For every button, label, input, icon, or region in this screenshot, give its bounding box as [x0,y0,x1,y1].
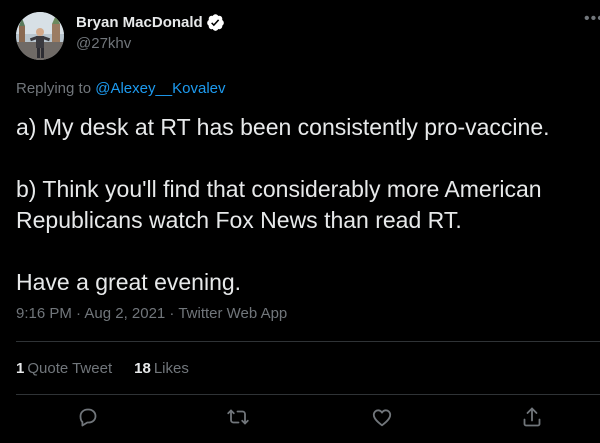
engagement-stats: 1 Quote Tweet 18 Likes [16,360,189,377]
tweet-paragraph: a) My desk at RT has been consistently p… [16,114,550,140]
tweet-paragraph: b) Think you'll find that considerably m… [16,176,542,233]
divider [16,341,600,342]
action-bar [0,405,600,435]
verified-badge-icon [206,13,225,32]
replying-to-label: Replying to [16,80,96,97]
likes-stat[interactable]: 18 Likes [134,360,189,377]
quote-count: 1 [16,360,25,377]
tweet-card: Bryan MacDonald @27khv ••• Replying to @… [0,0,600,443]
reply-mention-link[interactable]: @Alexey__Kovalev [95,80,225,97]
like-icon[interactable] [370,405,394,429]
tweet-timestamp[interactable]: 9:16 PM · Aug 2, 2021 · Twitter Web App [16,305,287,322]
reply-icon[interactable] [76,405,100,429]
author-name-row[interactable]: Bryan MacDonald [76,12,225,32]
avatar[interactable] [16,12,64,60]
display-name[interactable]: Bryan MacDonald [76,14,203,31]
like-label: Likes [153,360,189,377]
divider [16,394,600,395]
more-options-icon[interactable]: ••• [584,10,600,30]
quote-label: Quote Tweet [27,360,113,377]
share-icon[interactable] [520,405,544,429]
author-handle[interactable]: @27khv [76,35,131,52]
tweet-paragraph: Have a great evening. [16,269,242,295]
like-count: 18 [134,360,151,377]
tweet-text: a) My desk at RT has been consistently p… [16,112,588,298]
retweet-icon[interactable] [226,405,250,429]
replying-to: Replying to @Alexey__Kovalev [16,80,226,97]
quote-tweets-stat[interactable]: 1 Quote Tweet [16,360,112,377]
